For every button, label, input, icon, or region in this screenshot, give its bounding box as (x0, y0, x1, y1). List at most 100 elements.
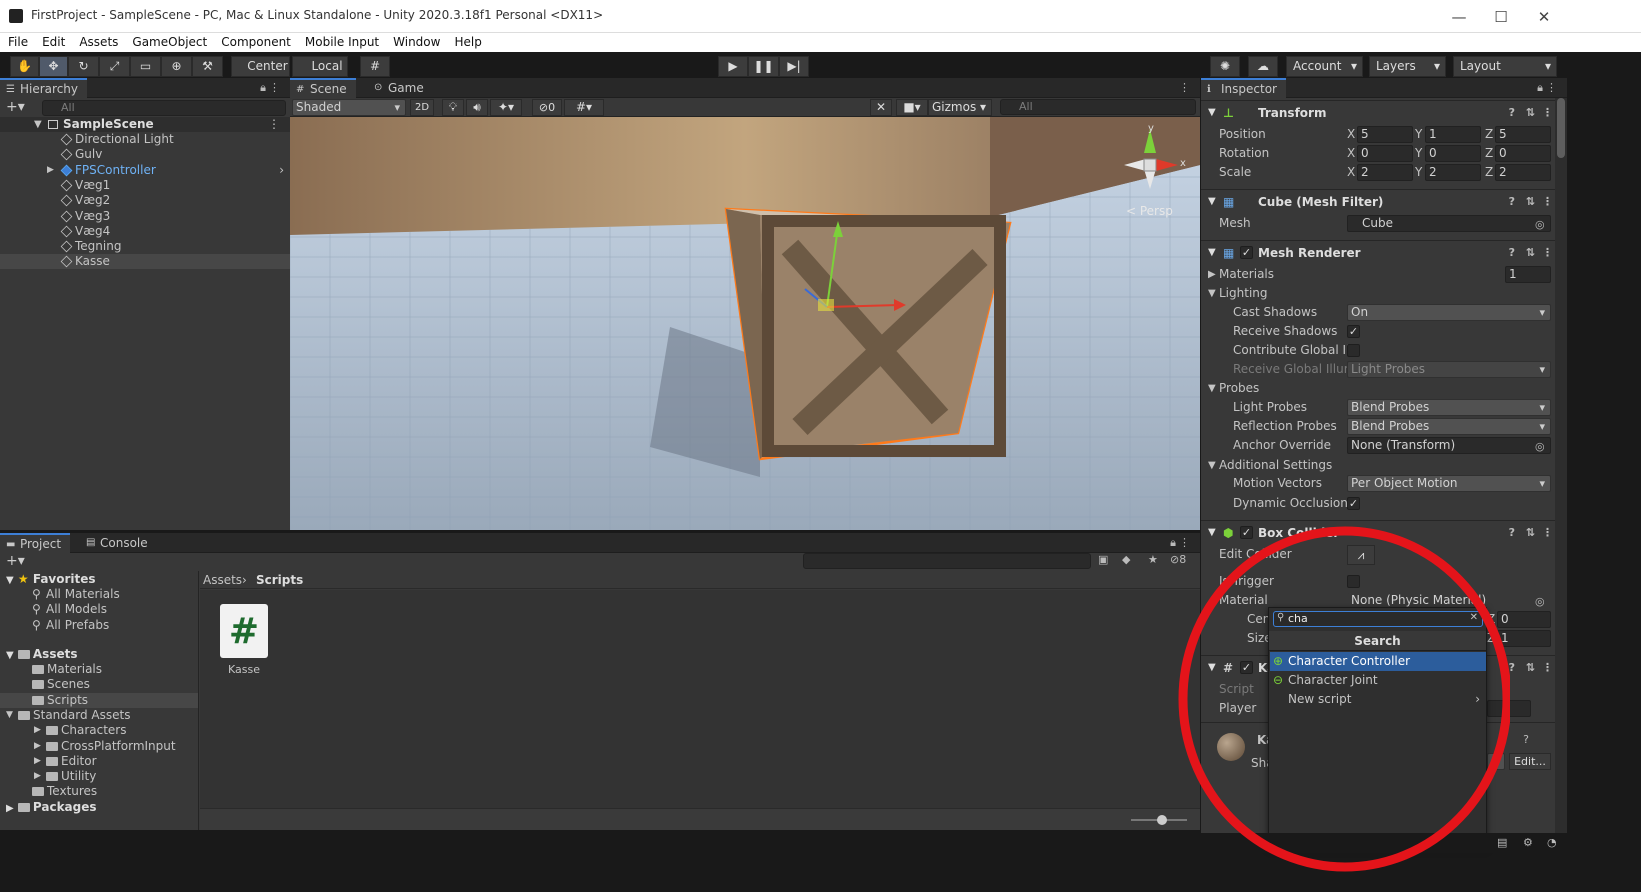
more-menu-icon[interactable]: ⋮ (1546, 81, 1557, 94)
layout-dropdown[interactable]: Layout ▾ (1453, 56, 1557, 77)
materials-size-field[interactable]: 1 (1505, 266, 1551, 283)
favorite-item[interactable]: ⚲ All Models (0, 602, 198, 617)
grid-toggle-icon[interactable]: #▾ (564, 99, 604, 116)
contribute-gi-checkbox[interactable] (1347, 344, 1360, 357)
tools-icon[interactable]: ✕ (870, 99, 892, 116)
breadcrumb-assets[interactable]: Assets (203, 573, 242, 587)
maximize-button[interactable]: ☐ (1478, 4, 1524, 30)
create-plus-icon[interactable]: +▾ (6, 553, 25, 569)
cast-shadows-dropdown[interactable]: On (1347, 304, 1551, 321)
size-z-field[interactable]: 1 (1497, 630, 1551, 647)
expand-arrow-icon[interactable]: ▶ (47, 163, 54, 178)
hierarchy-search-input[interactable]: All (42, 100, 286, 116)
rotate-tool-icon[interactable]: ↻ (68, 56, 99, 77)
asset-folder[interactable]: Materials (0, 662, 198, 677)
camera-icon[interactable]: ■▾ (896, 99, 928, 116)
position-z-field[interactable]: 5 (1495, 126, 1551, 143)
help-icon[interactable]: ? (1509, 241, 1515, 265)
receive-shadows-checkbox[interactable]: ✓ (1347, 325, 1360, 338)
menu-file[interactable]: File (8, 33, 28, 52)
scale-x-field[interactable]: 2 (1357, 164, 1413, 181)
asset-folder[interactable]: Scripts (0, 692, 198, 708)
asset-folder[interactable]: Textures (0, 784, 198, 799)
preset-icon[interactable]: ⇅ (1526, 101, 1535, 125)
reflection-probes-dropdown[interactable]: Blend Probes (1347, 418, 1551, 435)
create-plus-icon[interactable]: +▾ (6, 99, 25, 115)
breadcrumb-scripts[interactable]: Scripts (256, 573, 303, 587)
tab-game[interactable]: ⊙ Game (368, 78, 433, 98)
assets-folder[interactable]: ▼ Assets (0, 647, 198, 662)
preset-icon[interactable]: ⇅ (1526, 521, 1535, 545)
script-file-name[interactable]: Kasse (220, 663, 268, 676)
tab-inspector[interactable]: ℹ Inspector (1201, 78, 1286, 98)
menu-mobile-input[interactable]: Mobile Input (305, 33, 379, 52)
scene-viewport[interactable]: y x < Persp (290, 117, 1200, 530)
asset-folder[interactable]: ▼ Standard Assets (0, 708, 198, 723)
favorite-star-icon[interactable]: ★ (1148, 553, 1158, 566)
edit-collider-button[interactable]: ⩘ (1347, 545, 1375, 565)
custom-tool-icon[interactable]: ⚒ (192, 56, 223, 77)
lock-icon[interactable]: 🔒︎ (260, 81, 266, 95)
debug-mode-icon[interactable]: ⚙ (1523, 836, 1533, 849)
more-menu-icon[interactable]: ⋮ (1179, 536, 1190, 549)
asset-folder[interactable]: ▶ Utility (0, 769, 198, 784)
collab-icon[interactable]: ✺ (1210, 56, 1240, 77)
close-button[interactable]: ✕ (1521, 4, 1567, 30)
csharp-script-icon[interactable]: # (220, 604, 268, 658)
inspector-scrollbar[interactable] (1555, 98, 1567, 833)
player-object-field[interactable] (1487, 700, 1531, 717)
progress-icon[interactable]: ◔ (1547, 836, 1557, 849)
preset-icon[interactable]: ⇅ (1526, 190, 1535, 214)
help-icon[interactable]: ? (1509, 190, 1515, 214)
clear-search-icon[interactable]: ✕ (1470, 612, 1478, 623)
hierarchy-item[interactable]: Gulv (0, 147, 290, 162)
hidden-objects-toggle[interactable]: ⊘0 (532, 99, 562, 116)
transform-header[interactable]: ▼ ⊥ Transform ? ⇅ ⋮ (1201, 100, 1567, 124)
tab-project[interactable]: ▬ Project (0, 533, 71, 553)
rotation-z-field[interactable]: 0 (1495, 145, 1551, 162)
hand-tool-icon[interactable]: ✋ (10, 56, 39, 77)
motion-vectors-dropdown[interactable]: Per Object Motion (1347, 475, 1551, 492)
component-menu-icon[interactable]: ⋮ (1542, 190, 1553, 214)
help-icon[interactable]: ? (1509, 656, 1515, 680)
help-icon[interactable]: ? (1509, 101, 1515, 125)
box-collider-header[interactable]: ▼ ⬢ ✓ Box Collider ? ⇅ ⋮ (1201, 520, 1567, 544)
materials-foldout[interactable]: ▶ Materials 1 (1201, 265, 1567, 284)
packages-folder[interactable]: ▶ Packages (0, 800, 198, 815)
position-y-field[interactable]: 1 (1425, 126, 1481, 143)
tab-hierarchy[interactable]: ☰ Hierarchy (0, 78, 88, 98)
favorite-item[interactable]: ⚲ All Prefabs (0, 618, 198, 633)
gizmos-dropdown[interactable]: Gizmos ▾ (928, 99, 992, 116)
more-menu-icon[interactable]: ⋮ (269, 81, 280, 94)
grid-snap-icon[interactable]: # (360, 56, 390, 77)
script-enabled-checkbox[interactable]: ✓ (1240, 661, 1253, 674)
menu-window[interactable]: Window (393, 33, 440, 52)
rect-tool-icon[interactable]: ▭ (130, 56, 161, 77)
cloud-icon[interactable]: ☁ (1248, 56, 1278, 77)
audio-toggle-icon[interactable]: 🔊︎ (466, 99, 488, 116)
chevron-right-icon[interactable]: › (279, 163, 284, 178)
mesh-renderer-header[interactable]: ▼ ▦ ✓ Mesh Renderer ? ⇅ ⋮ (1201, 240, 1567, 264)
scene-row[interactable]: ▼ SampleScene ⋮ (0, 117, 290, 132)
character-joint-item[interactable]: ⊖ Character Joint (1270, 671, 1486, 690)
object-picker-icon[interactable]: ◎ (1535, 215, 1545, 234)
filter-type-icon[interactable]: ▣ (1098, 553, 1108, 566)
asset-folder[interactable]: Scenes (0, 677, 198, 692)
menu-assets[interactable]: Assets (79, 33, 118, 52)
component-menu-icon[interactable]: ⋮ (1542, 241, 1553, 265)
lock-icon[interactable]: 🔒︎ (1537, 81, 1543, 95)
asset-folder[interactable]: ▶ Characters (0, 723, 198, 738)
lock-icon[interactable]: 🔒︎ (1170, 536, 1176, 550)
scale-y-field[interactable]: 2 (1425, 164, 1481, 181)
play-button[interactable]: ▶ (718, 56, 748, 77)
favorites-header[interactable]: ▼ ★ Favorites (0, 572, 198, 587)
layers-dropdown[interactable]: Layers ▾ (1369, 56, 1446, 77)
hierarchy-item[interactable]: Væg4 (0, 224, 290, 239)
lighting-foldout[interactable]: ▼ Lighting (1201, 284, 1567, 303)
menu-edit[interactable]: Edit (42, 33, 65, 52)
rotation-y-field[interactable]: 0 (1425, 145, 1481, 162)
asset-folder[interactable]: ▶ CrossPlatformInput (0, 739, 198, 754)
step-button[interactable]: ▶| (779, 56, 809, 77)
lighting-toggle-icon[interactable]: 💡︎ (442, 99, 464, 116)
dynamic-occlusion-checkbox[interactable]: ✓ (1347, 497, 1360, 510)
